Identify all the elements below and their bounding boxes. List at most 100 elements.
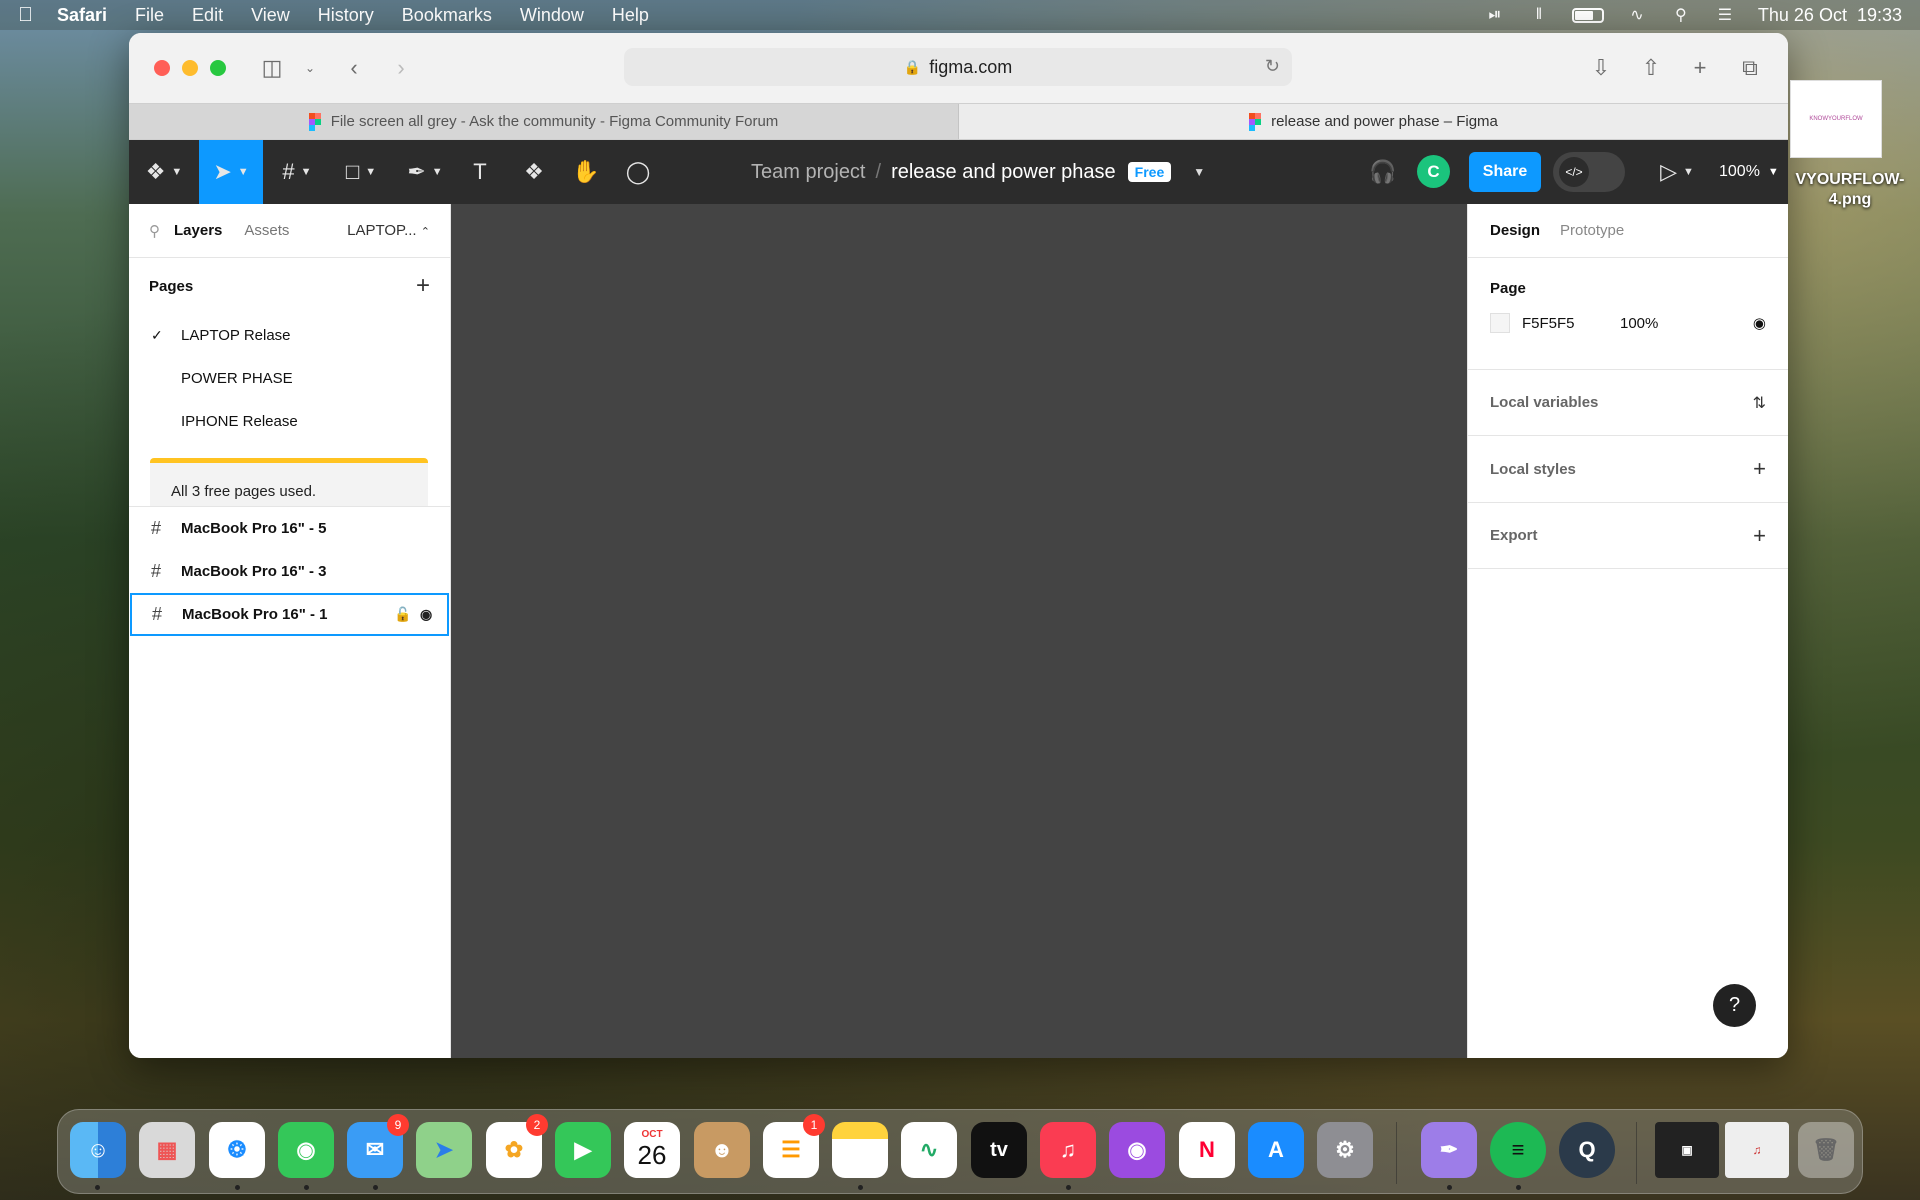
- back-arrow-icon[interactable]: ‹: [338, 53, 370, 83]
- fill-hex[interactable]: F5F5F5: [1522, 315, 1620, 332]
- dock-facetime[interactable]: ▶: [555, 1122, 611, 1178]
- color-swatch[interactable]: [1490, 313, 1510, 333]
- hand-tool-button[interactable]: ✋: [565, 140, 607, 204]
- chevron-down-icon[interactable]: ▼: [1193, 165, 1205, 179]
- dock-maps[interactable]: ➤: [416, 1122, 472, 1178]
- tab-overview-icon[interactable]: ⧉: [1734, 53, 1766, 83]
- close-window-button[interactable]: [154, 60, 170, 76]
- dock-podcasts[interactable]: ◉: [1109, 1122, 1165, 1178]
- dev-mode-toggle[interactable]: </>: [1553, 152, 1625, 192]
- page-item[interactable]: ✓ LAPTOP Relase: [129, 314, 450, 357]
- menu-history[interactable]: History: [318, 5, 374, 26]
- resources-tool-button[interactable]: ❖: [513, 140, 555, 204]
- menu-app-name[interactable]: Safari: [57, 5, 107, 26]
- new-tab-icon[interactable]: +: [1684, 53, 1716, 83]
- dock-tv[interactable]: tv: [971, 1122, 1027, 1178]
- control-center-icon[interactable]: ☰: [1714, 6, 1736, 24]
- layer-row-selected[interactable]: # MacBook Pro 16" - 1 🔓 ◉: [130, 593, 449, 636]
- chevron-down-icon[interactable]: ⌄: [294, 53, 326, 83]
- text-tool-button[interactable]: T: [459, 140, 501, 204]
- dock-music[interactable]: ♫: [1040, 1122, 1096, 1178]
- minimize-window-button[interactable]: [182, 60, 198, 76]
- dock-reminders[interactable]: ☰ 1: [763, 1114, 825, 1178]
- team-name[interactable]: Team project: [751, 161, 866, 184]
- downloads-icon[interactable]: ⇩: [1585, 53, 1617, 83]
- dock-quicktime[interactable]: Q: [1559, 1122, 1615, 1178]
- dock-messages[interactable]: ◉: [278, 1122, 334, 1178]
- avatar[interactable]: C: [1417, 155, 1450, 188]
- unlock-icon[interactable]: 🔓: [394, 606, 411, 623]
- tab-community-forum[interactable]: File screen all grey - Ask the community…: [129, 104, 959, 139]
- tab-layers[interactable]: Layers: [174, 222, 222, 239]
- dock-news[interactable]: N: [1179, 1122, 1235, 1178]
- zoom-menu[interactable]: 100% ▼: [1719, 140, 1779, 204]
- add-export-button[interactable]: +: [1753, 523, 1766, 549]
- sliders-icon[interactable]: ⇅: [1753, 393, 1766, 413]
- dock-trash[interactable]: 🗑: [1798, 1122, 1854, 1178]
- dock-system-settings[interactable]: ⚙: [1317, 1122, 1373, 1178]
- local-styles-section[interactable]: Local styles +: [1468, 436, 1788, 503]
- search-icon[interactable]: ⚲: [1670, 6, 1692, 24]
- menu-bookmarks[interactable]: Bookmarks: [402, 5, 492, 26]
- battery-icon[interactable]: [1571, 7, 1604, 23]
- dock-safari[interactable]: ❂: [209, 1122, 265, 1178]
- local-variables-section[interactable]: Local variables ⇅: [1468, 370, 1788, 436]
- wifi-icon[interactable]: ∿: [1626, 6, 1648, 24]
- dock-finder[interactable]: ☺: [70, 1122, 126, 1178]
- pen-tool-button[interactable]: ✒ ▼: [397, 140, 453, 204]
- tab-prototype[interactable]: Prototype: [1560, 222, 1624, 239]
- eye-icon[interactable]: ◉: [420, 606, 432, 623]
- move-tool-button[interactable]: ➤ ▼: [199, 140, 263, 204]
- menu-edit[interactable]: Edit: [192, 5, 223, 26]
- dock-spotify[interactable]: ≡: [1490, 1122, 1546, 1178]
- main-menu-button[interactable]: ❖ ▼: [139, 140, 189, 204]
- dock-app-store[interactable]: A: [1248, 1122, 1304, 1178]
- file-name[interactable]: release and power phase: [891, 161, 1116, 184]
- page-fill-row[interactable]: F5F5F5 100% ◉: [1490, 301, 1766, 345]
- layer-row[interactable]: # MacBook Pro 16" - 5: [129, 507, 450, 550]
- play-circle-icon[interactable]: ⏯: [1484, 6, 1506, 24]
- headphones-icon[interactable]: 🎧: [1365, 140, 1401, 204]
- page-selector[interactable]: LAPTOP... ⌃: [347, 222, 430, 239]
- sidebar-toggle-icon[interactable]: ◫: [256, 53, 288, 83]
- desktop-file-thumbnail[interactable]: KNOWYOURFLOW: [1790, 80, 1882, 158]
- plan-badge[interactable]: Free: [1127, 162, 1172, 182]
- layer-row[interactable]: # MacBook Pro 16" - 3: [129, 550, 450, 593]
- page-item[interactable]: IPHONE Release: [129, 400, 450, 443]
- share-icon[interactable]: ⇧: [1635, 53, 1667, 83]
- dock-photos[interactable]: ✿ 2: [486, 1114, 548, 1178]
- fill-opacity[interactable]: 100%: [1620, 315, 1658, 332]
- dock-launchpad[interactable]: ▦: [139, 1122, 195, 1178]
- share-button[interactable]: Share: [1469, 152, 1541, 192]
- dock-freeform[interactable]: ∿: [901, 1122, 957, 1178]
- dock-notes[interactable]: [832, 1122, 888, 1178]
- dock-calendar[interactable]: OCT 26: [624, 1122, 680, 1178]
- add-style-button[interactable]: +: [1753, 456, 1766, 482]
- frame-tool-button[interactable]: # ▼: [269, 140, 325, 204]
- export-section[interactable]: Export +: [1468, 503, 1788, 569]
- dock-pen-app[interactable]: ✒: [1421, 1122, 1477, 1178]
- address-bar[interactable]: 🔒 figma.com ↻: [624, 48, 1292, 86]
- menu-view[interactable]: View: [251, 5, 290, 26]
- forward-arrow-icon[interactable]: ›: [385, 53, 417, 83]
- zoom-window-button[interactable]: [210, 60, 226, 76]
- apple-menu-icon[interactable]: : [18, 4, 33, 27]
- desktop-file-label[interactable]: VYOURFLOW- 4.png: [1780, 170, 1920, 210]
- dock-mail[interactable]: ✉ 9: [347, 1114, 409, 1178]
- help-button[interactable]: ?: [1713, 984, 1756, 1027]
- search-icon[interactable]: ⚲: [149, 222, 160, 240]
- menu-help[interactable]: Help: [612, 5, 649, 26]
- dock-music-window[interactable]: ♫: [1725, 1122, 1789, 1178]
- page-item[interactable]: POWER PHASE: [129, 357, 450, 400]
- clock[interactable]: Thu 26 Oct 19:33: [1758, 5, 1902, 26]
- canvas[interactable]: [451, 204, 1467, 1058]
- present-button[interactable]: ▷ ▼: [1653, 140, 1701, 204]
- menu-window[interactable]: Window: [520, 5, 584, 26]
- shape-tool-button[interactable]: □ ▼: [333, 140, 389, 204]
- airpods-icon[interactable]: ‖: [1528, 6, 1550, 24]
- tab-figma-file[interactable]: release and power phase – Figma: [959, 104, 1788, 139]
- tab-design[interactable]: Design: [1490, 222, 1540, 239]
- dock-recent-window[interactable]: ▣: [1655, 1122, 1719, 1178]
- eye-icon[interactable]: ◉: [1753, 314, 1766, 332]
- dock-contacts[interactable]: ☻: [694, 1122, 750, 1178]
